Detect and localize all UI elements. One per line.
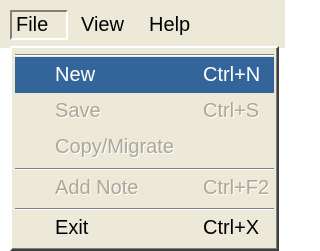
application-window: File View Help New Ctrl+N Save Ctrl+S Co… bbox=[0, 0, 285, 251]
menu-item-shortcut: Ctrl+F2 bbox=[203, 177, 270, 199]
menu-item-copy-migrate[interactable]: Copy/Migrate bbox=[15, 129, 274, 165]
menu-item-shortcut: Ctrl+X bbox=[203, 217, 260, 239]
menu-separator bbox=[15, 54, 274, 56]
menu-item-shortcut: Ctrl+N bbox=[203, 64, 261, 86]
menu-item-exit[interactable]: Exit Ctrl+X bbox=[15, 210, 274, 246]
menu-item-add-note[interactable]: Add Note Ctrl+F2 bbox=[15, 170, 274, 206]
menu-file[interactable]: File bbox=[10, 10, 68, 40]
file-menu-dropdown: New Ctrl+N Save Ctrl+S Copy/Migrate Add … bbox=[10, 46, 279, 251]
menu-view[interactable]: View bbox=[81, 10, 124, 40]
menu-item-new[interactable]: New Ctrl+N bbox=[15, 57, 274, 93]
menu-item-label: Add Note bbox=[55, 177, 139, 199]
menu-item-label: New bbox=[55, 64, 96, 86]
menu-bar: File View Help bbox=[0, 0, 285, 48]
menu-item-shortcut: Ctrl+S bbox=[203, 100, 260, 122]
menu-item-save[interactable]: Save Ctrl+S bbox=[15, 93, 274, 129]
menu-item-label: Copy/Migrate bbox=[55, 136, 174, 158]
menu-item-label: Exit bbox=[55, 217, 89, 239]
menu-help[interactable]: Help bbox=[149, 10, 190, 40]
menu-item-label: Save bbox=[55, 100, 101, 122]
